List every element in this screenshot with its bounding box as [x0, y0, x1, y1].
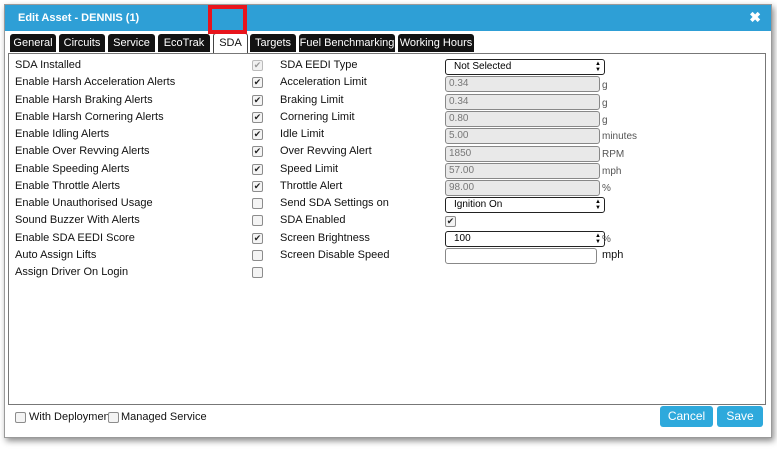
braking-unit: g	[602, 98, 608, 109]
speeding-alerts-label: Enable Speeding Alerts	[15, 163, 130, 175]
dialog-titlebar: Edit Asset - DENNIS (1) ✖	[5, 5, 771, 31]
unauthorised-usage-checkbox[interactable]	[252, 198, 263, 209]
tab-fuel-benchmarking[interactable]: Fuel Benchmarking	[299, 34, 395, 52]
tab-sda[interactable]: SDA	[213, 33, 248, 53]
send-settings-on-value: Ignition On	[454, 199, 503, 210]
tab-circuits[interactable]: Circuits	[59, 34, 105, 52]
braking-limit-input[interactable]: 0.34	[445, 94, 600, 110]
eedi-type-label: SDA EEDI Type	[280, 59, 358, 71]
disable-speed-unit: mph	[602, 249, 624, 261]
idle-limit-input[interactable]: 5.00	[445, 128, 600, 144]
braking-limit-label: Braking Limit	[280, 94, 344, 106]
speed-limit-input[interactable]: 57.00	[445, 163, 600, 179]
screen-disable-speed-label: Screen Disable Speed	[280, 249, 390, 261]
harsh-acceleration-label: Enable Harsh Acceleration Alerts	[15, 76, 176, 88]
auto-assign-lifts-checkbox[interactable]	[252, 250, 263, 261]
harsh-braking-label: Enable Harsh Braking Alerts	[15, 94, 153, 106]
tab-general[interactable]: General	[10, 34, 56, 52]
speed-unit: mph	[602, 166, 622, 177]
throttle-alerts-label: Enable Throttle Alerts	[15, 180, 120, 192]
with-deployment-label: With Deployment	[29, 411, 113, 423]
eedi-type-select[interactable]: Not Selected ▲ ▼	[445, 59, 605, 75]
brightness-unit: %	[602, 234, 611, 245]
over-revving-alert-label: Over Revving Alert	[280, 145, 372, 157]
acceleration-limit-label: Acceleration Limit	[280, 76, 367, 88]
idling-alerts-label: Enable Idling Alerts	[15, 128, 110, 140]
close-icon[interactable]: ✖	[749, 10, 761, 24]
idle-limit-label: Idle Limit	[280, 128, 325, 140]
over-revving-unit: RPM	[602, 149, 625, 160]
idling-alerts-checkbox[interactable]: ✔	[252, 129, 263, 140]
send-settings-on-select[interactable]: Ignition On ▲ ▼	[445, 197, 605, 213]
sda-settings-panel: SDA Installed Enable Harsh Acceleration …	[8, 53, 766, 405]
unauthorised-usage-label: Enable Unauthorised Usage	[15, 197, 153, 209]
screen-brightness-value: 100	[454, 233, 471, 244]
sda-eedi-score-label: Enable SDA EEDI Score	[15, 232, 135, 244]
screen-brightness-label: Screen Brightness	[280, 232, 370, 244]
eedi-type-value: Not Selected	[454, 61, 512, 72]
with-deployment-checkbox[interactable]	[15, 412, 26, 423]
harsh-braking-checkbox[interactable]: ✔	[252, 95, 263, 106]
cornering-unit: g	[602, 115, 608, 126]
cornering-limit-input[interactable]: 0.80	[445, 111, 600, 127]
speed-limit-label: Speed Limit	[280, 163, 339, 175]
over-revving-label: Enable Over Revving Alerts	[15, 145, 150, 157]
throttle-alerts-checkbox[interactable]: ✔	[252, 181, 263, 192]
acceleration-limit-input[interactable]: 0.34	[445, 76, 600, 92]
over-revving-input[interactable]: 1850	[445, 146, 600, 162]
screen-disable-speed-input[interactable]	[445, 248, 597, 264]
sda-eedi-score-checkbox[interactable]: ✔	[252, 233, 263, 244]
assign-driver-checkbox[interactable]	[252, 267, 263, 278]
sound-buzzer-label: Sound Buzzer With Alerts	[15, 214, 140, 226]
send-settings-on-label: Send SDA Settings on	[280, 197, 389, 209]
save-button[interactable]: Save	[717, 406, 763, 427]
updown-arrow-icon: ▲ ▼	[595, 199, 601, 211]
sda-enabled-label: SDA Enabled	[280, 214, 346, 226]
sda-enabled-checkbox[interactable]: ✔	[445, 216, 456, 227]
sound-buzzer-checkbox[interactable]	[252, 215, 263, 226]
acceleration-unit: g	[602, 80, 608, 91]
over-revving-checkbox[interactable]: ✔	[252, 146, 263, 157]
assign-driver-label: Assign Driver On Login	[15, 266, 129, 278]
managed-service-label: Managed Service	[121, 411, 207, 423]
updown-arrow-icon: ▲ ▼	[595, 233, 601, 245]
throttle-unit: %	[602, 183, 611, 194]
cornering-limit-label: Cornering Limit	[280, 111, 355, 123]
tab-working-hours[interactable]: Working Hours	[398, 34, 474, 52]
screen-brightness-select[interactable]: 100 ▲ ▼	[445, 231, 605, 247]
dialog-title: Edit Asset - DENNIS (1)	[18, 12, 140, 24]
harsh-cornering-checkbox[interactable]: ✔	[252, 112, 263, 123]
auto-assign-lifts-label: Auto Assign Lifts	[15, 249, 97, 261]
updown-arrow-icon: ▲ ▼	[595, 61, 601, 73]
sda-installed-checkbox[interactable]: ✔	[252, 60, 263, 71]
managed-service-checkbox[interactable]	[108, 412, 119, 423]
tab-targets[interactable]: Targets	[250, 34, 296, 52]
throttle-alert-input[interactable]: 98.00	[445, 180, 600, 196]
harsh-cornering-label: Enable Harsh Cornering Alerts	[15, 111, 164, 123]
tab-ecotrak[interactable]: EcoTrak	[158, 34, 210, 52]
speeding-alerts-checkbox[interactable]: ✔	[252, 164, 263, 175]
edit-asset-dialog: Edit Asset - DENNIS (1) ✖ General Circui…	[4, 4, 772, 438]
throttle-alert-label: Throttle Alert	[280, 180, 343, 192]
idle-unit: minutes	[602, 131, 638, 142]
cancel-button[interactable]: Cancel	[660, 406, 713, 427]
sda-installed-label: SDA Installed	[15, 59, 82, 71]
tab-service[interactable]: Service	[108, 34, 155, 52]
harsh-acceleration-checkbox[interactable]: ✔	[252, 77, 263, 88]
